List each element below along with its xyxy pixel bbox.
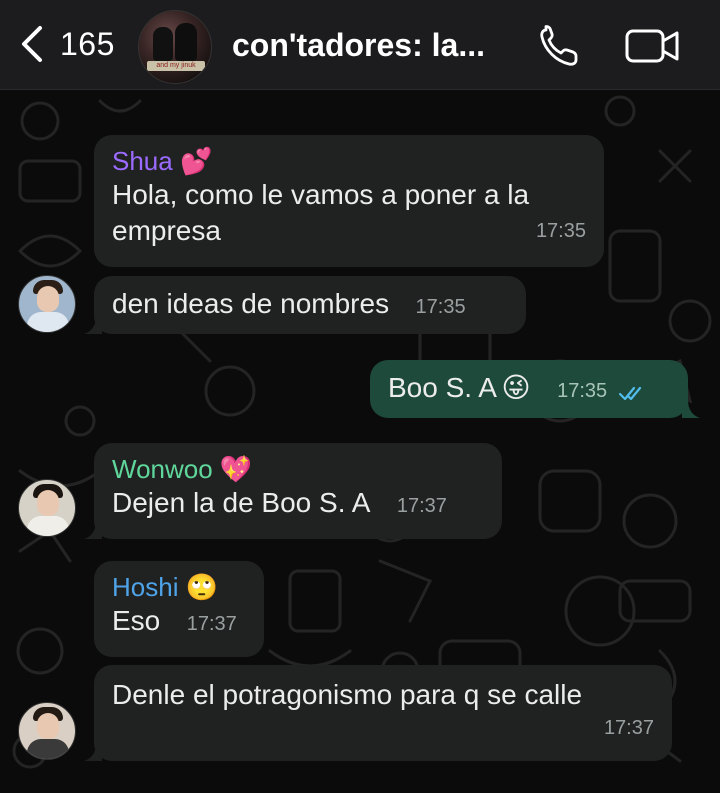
sender-name: Wonwoo 💖: [112, 454, 253, 484]
group-avatar[interactable]: and my jinuk: [138, 10, 212, 84]
sender-name: Shua 💕: [112, 146, 213, 176]
winking-tongue-emoji: 😜: [501, 372, 531, 403]
bubble-tail: [84, 743, 102, 761]
message-text: Dejen la de Boo S. A: [112, 487, 371, 518]
unread-count: 165: [60, 25, 115, 62]
avatar[interactable]: [18, 702, 76, 760]
avatar-figure: [153, 27, 173, 61]
group-name[interactable]: con'tadores: la...: [232, 27, 522, 64]
eye-roll-emoji: 🙄: [185, 572, 219, 602]
message-text: Denle el potragonismo para q se calle: [112, 679, 583, 710]
heart-emoji: 💕: [179, 146, 213, 176]
message-time: 17:35: [535, 220, 586, 242]
avatar[interactable]: [18, 275, 76, 333]
message-time: 17:37: [186, 613, 237, 635]
message-time: 17:35: [415, 296, 466, 318]
chevron-left-icon: [22, 26, 42, 62]
back-button[interactable]: 165: [18, 24, 115, 64]
message-text: Boo S. A: [388, 372, 497, 403]
chat-area[interactable]: Shua 💕 Hola, como le vamos a poner a la …: [0, 91, 720, 793]
sparkling-heart-emoji: 💖: [219, 454, 253, 484]
avatar-figure: [175, 23, 197, 61]
message-bubble[interactable]: Denle el potragonismo para q se calle 17…: [94, 665, 672, 761]
message-text: Hola, como le vamos a poner a la: [112, 179, 530, 210]
message-time: 17:37: [396, 495, 447, 517]
message-text: empresa 17:35: [112, 213, 586, 249]
chat-header: 165 and my jinuk con'tadores: la...: [0, 0, 720, 90]
read-receipt-icon: [618, 386, 641, 400]
sender-name: Hoshi 🙄: [112, 572, 219, 602]
avatar[interactable]: [18, 479, 76, 537]
message-text: Eso: [112, 605, 161, 636]
message-bubble-outgoing[interactable]: Boo S. A 😜 17:35: [370, 360, 688, 418]
message-time: 17:35: [557, 380, 608, 402]
message-bubble[interactable]: Wonwoo 💖 Dejen la de Boo S. A 17:37: [94, 443, 502, 539]
bubble-tail: [84, 316, 102, 334]
message-time: 17:37: [603, 717, 654, 739]
message-bubble[interactable]: Shua 💕 Hola, como le vamos a poner a la …: [94, 135, 604, 267]
message-bubble[interactable]: den ideas de nombres 17:35: [94, 276, 526, 334]
message-text: den ideas de nombres: [112, 288, 390, 319]
bubble-tail: [682, 400, 700, 418]
phone-icon[interactable]: [536, 24, 582, 66]
video-call-icon[interactable]: [624, 26, 682, 66]
message-bubble[interactable]: Hoshi 🙄 Eso 17:37: [94, 561, 264, 657]
avatar-caption: and my jinuk: [147, 61, 205, 71]
bubble-tail: [84, 521, 102, 539]
